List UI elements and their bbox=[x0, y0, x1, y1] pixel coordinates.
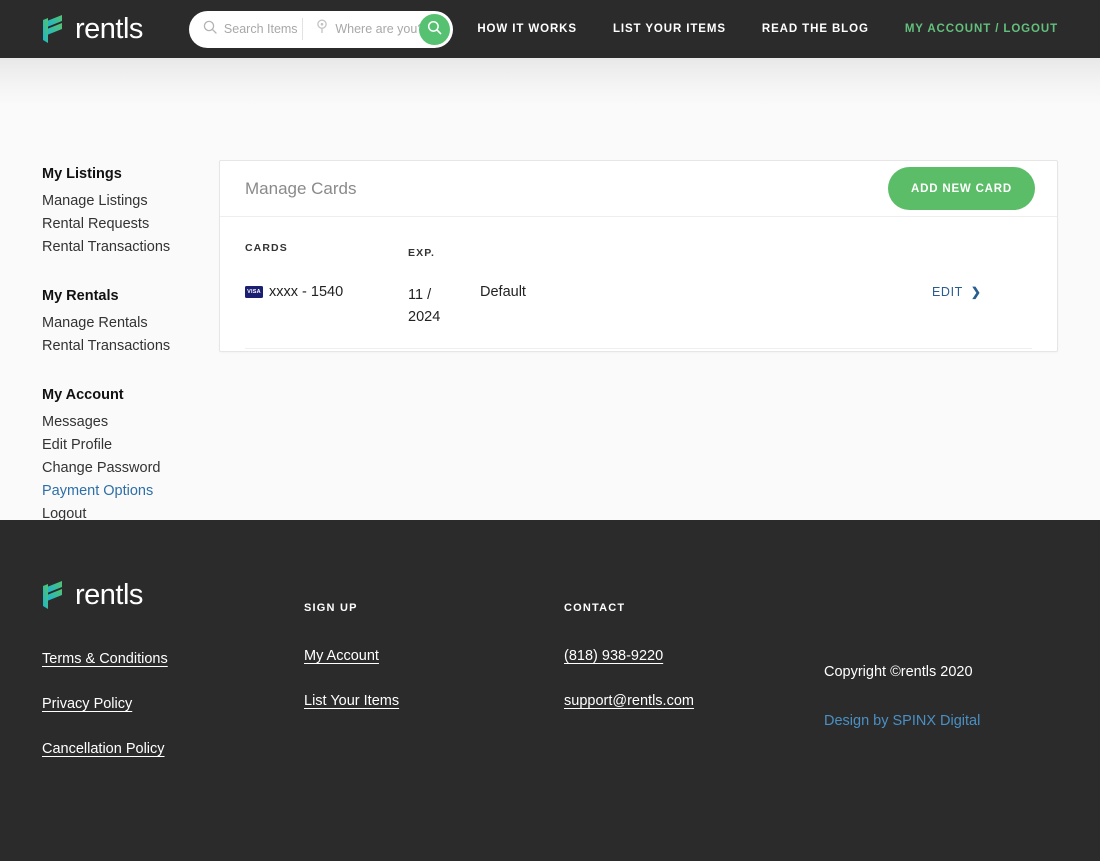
main-content: My Listings Manage Listings Rental Reque… bbox=[0, 106, 1100, 522]
table-header-row: CARDS EXP. bbox=[245, 217, 1032, 273]
nav-item-how-it-works[interactable]: HOW IT WORKS bbox=[477, 23, 577, 35]
footer-link-privacy[interactable]: Privacy Policy bbox=[42, 696, 132, 712]
nav-item-read-the-blog[interactable]: READ THE BLOG bbox=[762, 23, 869, 35]
footer-heading-signup: SIGN UP bbox=[304, 602, 358, 614]
header-logo[interactable]: rentls bbox=[42, 14, 143, 44]
search-bar[interactable] bbox=[188, 10, 454, 48]
page-title: Manage Cards bbox=[245, 178, 357, 198]
card-action-cell: EDIT ❯ bbox=[932, 284, 1032, 300]
search-submit-button[interactable] bbox=[419, 13, 451, 45]
column-header-exp: EXP. bbox=[408, 247, 435, 259]
status-badge: Default bbox=[480, 284, 526, 300]
sidebar-group-my-account: My Account Messages Edit Profile Change … bbox=[42, 384, 218, 526]
magnifier-icon bbox=[203, 20, 217, 39]
sidebar-item-manage-rentals[interactable]: Manage Rentals bbox=[42, 312, 218, 335]
column-header-cards: CARDS bbox=[245, 242, 288, 254]
sidebar-item-manage-listings[interactable]: Manage Listings bbox=[42, 190, 218, 213]
panel-header: Manage Cards ADD NEW CARD bbox=[220, 161, 1057, 217]
visa-card-icon: VISA bbox=[245, 286, 263, 298]
design-credit-link[interactable]: Design by SPINX Digital bbox=[824, 713, 1058, 729]
sidebar-item-messages[interactable]: Messages bbox=[42, 411, 218, 434]
manage-cards-panel: Manage Cards ADD NEW CARD CARDS EXP. VIS… bbox=[219, 160, 1058, 352]
sidebar-item-my-rentals[interactable]: My Rentals bbox=[42, 285, 218, 308]
footer-brand-column: rentls Terms & Conditions Privacy Policy… bbox=[42, 580, 304, 786]
table-row: VISA xxxx - 1540 11 / 2024 Default EDIT … bbox=[245, 273, 1032, 349]
main-navigation: HOW IT WORKS LIST YOUR ITEMS READ THE BL… bbox=[477, 23, 1058, 35]
site-footer: rentls Terms & Conditions Privacy Policy… bbox=[0, 520, 1100, 861]
footer-email-link[interactable]: support@rentls.com bbox=[564, 693, 694, 709]
site-header: rentls Search Items Where are you? HOW I… bbox=[0, 0, 1100, 58]
footer-link-terms[interactable]: Terms & Conditions bbox=[42, 651, 168, 667]
magnifier-icon bbox=[427, 20, 442, 38]
hero-gradient-strip bbox=[0, 58, 1100, 106]
sidebar-item-rental-transactions[interactable]: Rental Transactions bbox=[42, 236, 218, 259]
footer-logo-text: rentls bbox=[75, 578, 143, 611]
footer-contact-column: CONTACT (818) 938-9220 support@rentls.co… bbox=[564, 602, 824, 786]
footer-phone-link[interactable]: (818) 938-9220 bbox=[564, 648, 663, 664]
sidebar-group-my-rentals: My Rentals Manage Rentals Rental Transac… bbox=[42, 285, 218, 358]
nav-item-list-your-items[interactable]: LIST YOUR ITEMS bbox=[613, 23, 726, 35]
edit-card-label: EDIT bbox=[932, 285, 963, 299]
sidebar-item-my-listings[interactable]: My Listings bbox=[42, 163, 218, 186]
sidebar-item-edit-profile[interactable]: Edit Profile bbox=[42, 434, 218, 457]
footer-heading-contact: CONTACT bbox=[564, 602, 626, 614]
add-new-card-button[interactable]: ADD NEW CARD bbox=[888, 167, 1035, 210]
sidebar-item-rental-transactions-rentals[interactable]: Rental Transactions bbox=[42, 335, 218, 358]
rentls-logo-mark-icon bbox=[42, 580, 66, 610]
rentls-logo-mark-icon bbox=[42, 14, 66, 44]
sidebar-item-change-password[interactable]: Change Password bbox=[42, 457, 218, 480]
card-expiry-year: 2024 bbox=[408, 309, 441, 325]
account-sidebar: My Listings Manage Listings Rental Reque… bbox=[42, 106, 218, 522]
footer-signup-column: SIGN UP My Account List Your Items bbox=[304, 602, 564, 786]
card-number: xxxx - 1540 bbox=[269, 284, 344, 300]
map-pin-icon bbox=[316, 19, 328, 39]
footer-link-cancellation[interactable]: Cancellation Policy bbox=[42, 741, 165, 757]
copyright-text: Copyright ©rentls 2020 bbox=[824, 664, 973, 680]
footer-link-my-account[interactable]: My Account bbox=[304, 648, 379, 664]
header-logo-text: rentls bbox=[75, 12, 143, 45]
sidebar-item-payment-options[interactable]: Payment Options bbox=[42, 480, 218, 503]
card-expiry-cell: 11 / 2024 bbox=[408, 284, 480, 328]
footer-logo[interactable]: rentls bbox=[42, 580, 304, 610]
card-identity-cell: VISA xxxx - 1540 bbox=[245, 284, 408, 300]
sidebar-item-rental-requests[interactable]: Rental Requests bbox=[42, 213, 218, 236]
sidebar-group-my-listings: My Listings Manage Listings Rental Reque… bbox=[42, 163, 218, 259]
edit-card-link[interactable]: EDIT ❯ bbox=[932, 285, 982, 299]
sidebar-item-my-account[interactable]: My Account bbox=[42, 384, 218, 407]
card-expiry-month: 11 / bbox=[408, 287, 432, 303]
footer-link-list-your-items[interactable]: List Your Items bbox=[304, 693, 399, 709]
cards-table: CARDS EXP. VISA xxxx - 1540 11 / 2024 De… bbox=[220, 217, 1057, 349]
search-input[interactable] bbox=[223, 22, 303, 36]
nav-item-my-account-logout[interactable]: MY ACCOUNT / LOGOUT bbox=[905, 23, 1058, 35]
search-items-field[interactable] bbox=[203, 11, 303, 48]
footer-copyright-column: Copyright ©rentls 2020 Design by SPINX D… bbox=[824, 602, 1058, 786]
chevron-right-icon: ❯ bbox=[970, 285, 982, 299]
